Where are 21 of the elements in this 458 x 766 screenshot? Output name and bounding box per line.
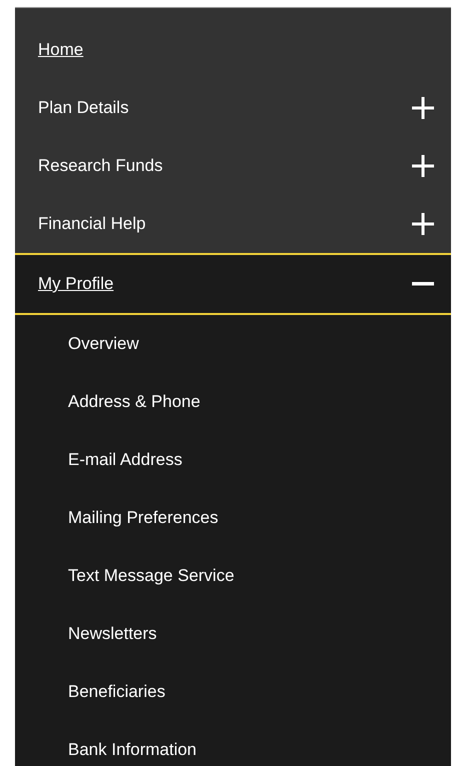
menu-section[interactable]: Plan Details bbox=[15, 79, 451, 137]
submenu-link[interactable]: Text Message Service bbox=[68, 566, 234, 586]
submenu-link[interactable]: E-mail Address bbox=[68, 450, 182, 470]
submenu-link[interactable]: Newsletters bbox=[68, 624, 157, 644]
section-label: Financial Help bbox=[38, 214, 146, 234]
menu-section-expanded[interactable]: My Profile bbox=[15, 253, 451, 315]
menu-section[interactable]: Research Funds bbox=[15, 137, 451, 195]
home-link[interactable]: Home bbox=[38, 40, 84, 60]
section-label: My Profile bbox=[38, 274, 114, 294]
minus-icon[interactable] bbox=[412, 282, 434, 286]
plus-icon[interactable] bbox=[412, 155, 434, 177]
section-label: Research Funds bbox=[38, 156, 163, 176]
submenu-link[interactable]: Overview bbox=[68, 334, 139, 354]
menu-section[interactable]: Financial Help bbox=[15, 195, 451, 253]
submenu-link[interactable]: Address & Phone bbox=[68, 392, 200, 412]
plus-icon[interactable] bbox=[412, 213, 434, 235]
plus-icon[interactable] bbox=[412, 97, 434, 119]
submenu-link[interactable]: Bank Information bbox=[68, 740, 197, 760]
submenu-link[interactable]: Mailing Preferences bbox=[68, 508, 218, 528]
submenu-link[interactable]: Beneficiaries bbox=[68, 682, 166, 702]
section-label: Plan Details bbox=[38, 98, 129, 118]
